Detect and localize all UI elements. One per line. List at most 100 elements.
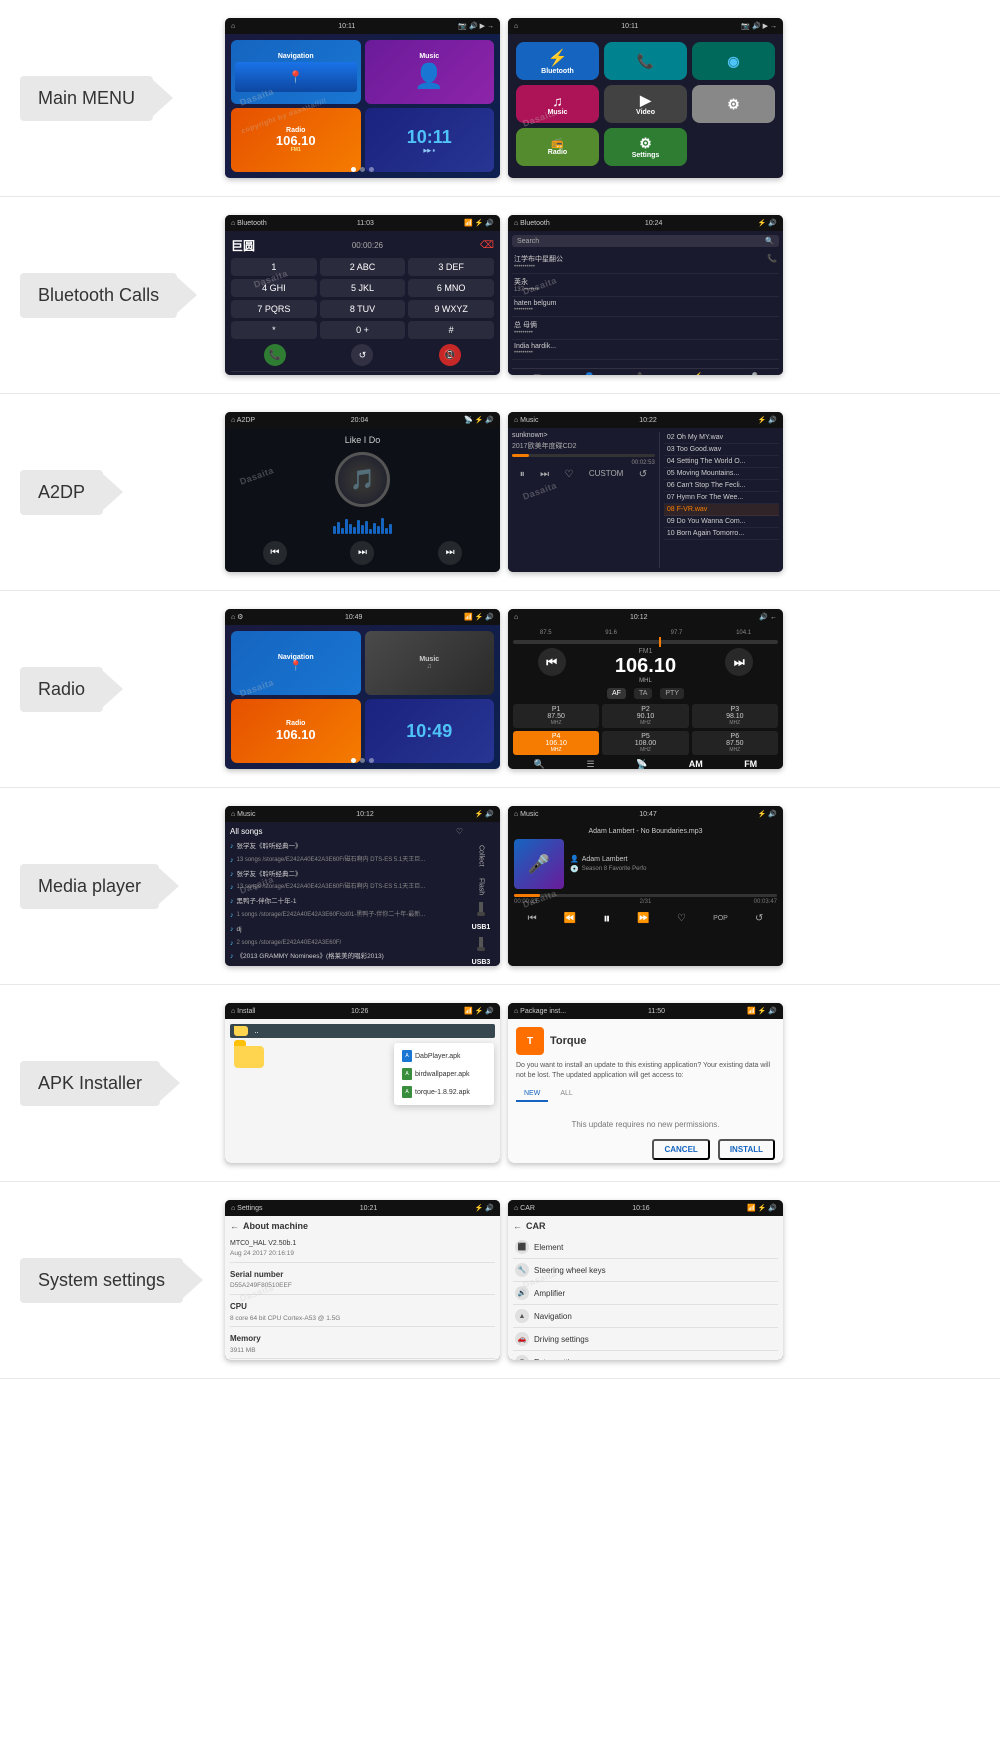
bt-contact-2[interactable]: haten belgum ••••••••• [512,297,779,317]
track-8[interactable]: 10 Born Again Tomorro... [664,528,779,540]
bt-contact-3[interactable]: 总 母俩 ••••••••• [512,317,779,340]
apk-file-1[interactable]: A birdwallpaper.apk [394,1065,494,1083]
radio-home-clock-tile[interactable]: 10:49 [365,699,495,763]
backspace-icon[interactable]: ⌫ [480,240,494,251]
music-custom-btn[interactable]: CUSTOM [589,469,624,480]
key-9[interactable]: 9 WXYZ [408,300,494,318]
list-icon-radio[interactable]: ☰ [586,759,594,769]
music-repeat-btn[interactable]: ↺ [639,469,647,480]
media-heart-btn2[interactable]: ♡ [677,913,686,924]
screen-media-list[interactable]: ⌂ Music 10:12 ⚡ 🔊 All songs ♡ ♪ 张学友《聆听经典… [225,806,500,966]
screen-music-list[interactable]: ⌂ Music 10:22 ⚡ 🔊 sunknown> 2017欧美年度碟CD2 [508,412,783,572]
key-0[interactable]: 0 + [320,321,406,339]
radio-ta-btn[interactable]: TA [634,688,652,699]
settings-item-4[interactable]: Legal information [230,1359,495,1360]
track-0[interactable]: 02 Oh My MY.wav [664,432,779,444]
am-label[interactable]: AM [689,759,703,769]
media-play-pause-btn[interactable]: ⏸ [603,910,610,927]
antenna-icon-radio[interactable]: 📡 [636,759,647,769]
key-7[interactable]: 7 PQRS [231,300,317,318]
media-item-3[interactable]: ♪ 13 songs /storage/E242A40E42A3E60F/磁石啊… [230,881,463,895]
tile-navigation[interactable]: Navigation 📍 [231,40,361,104]
apk-file-2[interactable]: A torque-1.8.92.apk [394,1083,494,1101]
media-item-9[interactable]: ♪ 22 songs /storage/E242A40E42A3E60F/ [230,964,463,966]
radio-prev-btn[interactable]: ⏮ [538,648,566,676]
radio-next-btn[interactable]: ⏭ [725,648,753,676]
track-6-active[interactable]: 08 F-VR.wav [664,504,779,516]
radio-af-btn[interactable]: AF [607,688,626,699]
preset-5[interactable]: P6 87.50 MHZ [692,731,778,755]
key-5[interactable]: 5 JKL [320,279,406,297]
bt-contact-1[interactable]: 荚永 137••••••• [512,274,779,297]
back-arrow-settings[interactable]: ← [230,1221,239,1231]
preset-2[interactable]: P3 98.10 MHZ [692,704,778,728]
music-heart-btn[interactable]: ♡ [564,469,573,480]
car-item-4[interactable]: 🚗 Driving settings [513,1328,778,1351]
media-item-2[interactable]: ♪ 张学友《聆听经典二》 [230,868,463,882]
bt-icon-settings3[interactable]: ⚙ Settings [604,128,687,166]
media-back-btn[interactable]: ⏪ [564,913,576,924]
media-item-0[interactable]: ♪ 张学友《聆听经典一》 [230,840,463,854]
preset-3-active[interactable]: P4 106.10 MHZ [513,731,599,755]
tile-clock[interactable]: 10:11 ▶▶ ⏸ [365,108,495,172]
media-heart-icon[interactable]: ♡ [456,827,463,836]
pkg-install-btn[interactable]: INSTALL [718,1139,775,1160]
bt-icon-bluetooth[interactable]: ⚡ Bluetooth [516,42,599,80]
tile-music[interactable]: Music 👤 [365,40,495,104]
fm-label[interactable]: FM [744,759,757,769]
screen-main-menu-bt[interactable]: ⌂ 10:11 📷 🔊 ▶ → ⚡ Bluetooth 📞 ◉ [508,18,783,178]
radio-home-nav-tile[interactable]: Navigation 📍 [231,631,361,695]
bt-icon-2[interactable]: ⚡ [691,373,703,375]
music-skip-btn[interactable]: ⏭ [540,469,549,480]
media-item-7[interactable]: ♪ 2 songs /storage/E242A40E42A3E60F/ [230,937,463,951]
bt-icon-settings2[interactable]: ⚙ [692,85,775,123]
pkg-cancel-btn[interactable]: CANCEL [652,1139,709,1160]
preset-4[interactable]: P5 108.00 MHZ [602,731,688,755]
key-2[interactable]: 2 ABC [320,258,406,276]
call-end-btn[interactable]: 📵 [439,344,461,366]
screen-bt-contacts[interactable]: ⌂ Bluetooth 10:24 ⚡ 🔊 Search 🔍 江学布中星翻公 •… [508,215,783,375]
phone-icon-2[interactable]: 📞 [637,373,649,375]
bt-icon-video[interactable]: ▶ Video [604,85,687,123]
key-4[interactable]: 4 GHI [231,279,317,297]
screen-pkg-install[interactable]: ⌂ Package inst... 11:50 📶 ⚡ 🔊 T Torque D… [508,1003,783,1163]
media-item-8[interactable]: ♪ 《2013 GRAMMY Nominees》(格莱美的唱彩2013) [230,950,463,964]
screen-settings-car[interactable]: ⌂ CAR 10:16 📶 ⚡ 🔊 ← CAR ⬛ Element 🔧 Stee… [508,1200,783,1360]
play-btn-a2dp[interactable]: ⏭ [350,541,374,565]
media-item-4[interactable]: ♪ 黑鸭子-伴你二十年-1 [230,895,463,909]
bt-icon-phone[interactable]: 📞 [604,42,687,80]
screen-radio-tuner[interactable]: ⌂ 10:12 🔊 ← 87.5 91.6 97.7 104.1 ⏮ [508,609,783,769]
key-3[interactable]: 3 DEF [408,258,494,276]
pkg-tab-new[interactable]: NEW [516,1087,548,1102]
screen-bt-dialpad[interactable]: ⌂ Bluetooth 11:03 📶 ⚡ 🔊 巨圆 00:00:26 ⌫ 1 … [225,215,500,375]
car-item-0[interactable]: ⬛ Element [513,1236,778,1259]
next-btn-a2dp[interactable]: ⏭ [438,541,462,565]
apk-file-0[interactable]: A DabPlayer.apk [394,1047,494,1065]
apk-folder-visual[interactable] [234,1046,264,1068]
car-item-2[interactable]: 🔊 Amplifier [513,1282,778,1305]
screen-media-playing[interactable]: ⌂ Music 10:47 ⚡ 🔊 Adam Lambert - No Boun… [508,806,783,966]
person-icon-2[interactable]: 👤 [583,373,595,375]
track-2[interactable]: 04 Setting The World O... [664,456,779,468]
track-3[interactable]: 05 Moving Mountains... [664,468,779,480]
bt-contact-0[interactable]: 江学布中星翻公 •••••••••• 📞 [512,251,779,274]
key-1[interactable]: 1 [231,258,317,276]
screen-apk-install[interactable]: ⌂ Install 10:26 📶 ⚡ 🔊 .. [225,1003,500,1163]
radio-pty-btn[interactable]: PTY [660,688,684,699]
screen-main-menu-home[interactable]: ⌂ 10:11 📷 🔊 ▶ → Navigation 📍 M [225,18,500,178]
screen-settings-about[interactable]: ⌂ Settings 10:21 ⚡ 🔊 ← About machine MTC… [225,1200,500,1360]
radio-home-music-tile[interactable]: Music ♫ [365,631,495,695]
preset-0[interactable]: P1 87.50 MHZ [513,704,599,728]
key-6[interactable]: 6 MNO [408,279,494,297]
reload-btn[interactable]: ↺ [351,344,373,366]
media-item-1[interactable]: ♪ 13 songs /storage/E242A40E42A3E60F/磁石啊… [230,854,463,868]
media-item-6[interactable]: ♪ dj [230,923,463,937]
track-5[interactable]: 07 Hymn For The Wee... [664,492,779,504]
call-icon-c0[interactable]: 📞 [767,254,777,270]
back-arrow-car[interactable]: ← [513,1221,522,1231]
track-7[interactable]: 09 Do You Wanna Com... [664,516,779,528]
car-item-5[interactable]: ⚙ Extra settings [513,1351,778,1360]
car-item-1[interactable]: 🔧 Steering wheel keys [513,1259,778,1282]
tile-radio[interactable]: Radio 106.10 FM1 [231,108,361,172]
key-star[interactable]: * [231,321,317,339]
